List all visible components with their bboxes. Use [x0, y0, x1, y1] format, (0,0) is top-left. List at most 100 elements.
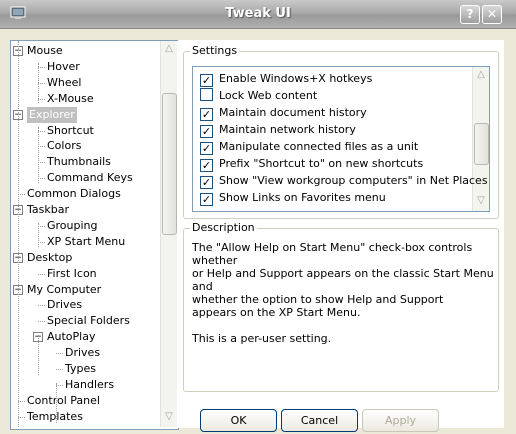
setting-checkbox[interactable]: ✓ [200, 74, 213, 87]
setting-row[interactable]: ✓ Show Links on Favorites menu [200, 190, 386, 206]
setting-label: Show "View workgroup computers" in Net P… [219, 174, 488, 187]
tree-item[interactable]: Wheel [47, 75, 81, 91]
tree-connector [38, 178, 45, 180]
help-button[interactable]: ? [460, 5, 480, 24]
settings-scrollbar[interactable]: △ ▽ [472, 67, 489, 211]
description-line: appears on the XP Start Menu. [192, 306, 361, 319]
tree-connector [18, 400, 25, 402]
tree-item[interactable]: Templates [27, 409, 83, 425]
tree-item[interactable]: Colors [47, 138, 81, 154]
description-group-title: Description [190, 221, 257, 234]
tree-connector [38, 321, 45, 323]
tree-item[interactable]: X-Mouse [47, 91, 94, 107]
tree-connector [38, 287, 39, 295]
tree-connector [38, 162, 45, 164]
tree-item[interactable]: Hover [47, 59, 80, 75]
setting-label: Enable Windows+X hotkeys [219, 72, 373, 85]
apply-button[interactable]: Apply [362, 409, 439, 432]
setting-checkbox[interactable]: ✓ [200, 176, 213, 189]
description-line: or Help and Support appears on the class… [192, 267, 494, 293]
tree-item[interactable]: Drives [65, 345, 100, 361]
setting-checkbox[interactable] [200, 88, 213, 101]
tree-item[interactable]: Command Keys [47, 170, 133, 186]
tree-connector [38, 63, 39, 103]
setting-row[interactable]: Lock Web content [200, 88, 317, 104]
tree-item[interactable]: Common Dialogs [27, 186, 121, 202]
tree-connector [56, 353, 63, 355]
tree-connector [38, 130, 45, 132]
tweak-ui-window: Tweak UI ? ✕ △ ▽ Mouse − Hover Wheel X-Mouse… [0, 0, 516, 434]
scroll-down-icon[interactable]: ▽ [162, 409, 176, 425]
setting-row[interactable]: ✓ Manipulate connected files as a unit [200, 139, 418, 155]
setting-row[interactable]: ✓ Show "View workgroup computers" in Net … [200, 173, 488, 189]
tree-connector [38, 241, 45, 243]
tree-item[interactable]: Types [65, 361, 96, 377]
tree-scrollbar[interactable]: △ ▽ [160, 41, 177, 427]
setting-checkbox[interactable]: ✓ [200, 142, 213, 155]
description-line: whether the option to show Help and Supp… [192, 293, 444, 306]
tree-connector [56, 384, 63, 386]
description-note: This is a per-user setting. [192, 332, 332, 345]
tree-item[interactable]: Shortcut [47, 123, 94, 139]
category-tree[interactable]: △ ▽ Mouse − Hover Wheel X-Mouse Explorer − Shor… [10, 40, 179, 430]
settings-group: Settings △ ▽ ✓ Enable Windows+X hotkeys Lo… [183, 44, 499, 219]
description-group: Description The "Allow Help on Start Men… [183, 221, 502, 392]
tree-connector [56, 383, 57, 423]
setting-checkbox[interactable]: ✓ [200, 108, 213, 121]
tree-connector [18, 416, 25, 418]
close-button[interactable]: ✕ [482, 5, 502, 24]
setting-row[interactable]: ✓ Maintain network history [200, 122, 356, 138]
tree-item[interactable]: Drives [47, 297, 82, 313]
setting-row[interactable]: ✓ Maintain document history [200, 105, 367, 121]
tree-item[interactable]: Control Panel [27, 393, 100, 409]
window-title: Tweak UI [225, 6, 291, 21]
scroll-up-icon[interactable]: △ [162, 41, 176, 57]
settings-scroll-thumb[interactable] [474, 123, 489, 165]
setting-checkbox[interactable]: ✓ [200, 159, 213, 172]
setting-label: Show Links on Favorites menu [219, 191, 386, 204]
tree-item[interactable]: Taskbar [27, 202, 69, 218]
tree-item[interactable]: Special Folders [47, 313, 130, 329]
setting-checkbox[interactable]: ✓ [200, 193, 213, 206]
tree-item[interactable]: Mouse [27, 43, 63, 59]
description-text: The "Allow Help on Start Menu" check-box… [192, 241, 502, 345]
description-line: The "Allow Help on Start Menu" check-box… [192, 241, 473, 267]
tree-item[interactable]: First Icon [47, 266, 97, 282]
setting-row[interactable]: ✓ Enable Windows+X hotkeys [200, 71, 372, 87]
tree-connector [38, 273, 45, 275]
tree-item[interactable]: XP Start Menu [47, 234, 125, 250]
tree-connector [38, 127, 39, 183]
setting-label: Lock Web content [219, 89, 318, 102]
tree-connector [38, 335, 39, 375]
tree-connector [38, 223, 39, 247]
settings-list[interactable]: △ ▽ ✓ Enable Windows+X hotkeys Lock Web co… [192, 66, 490, 212]
tree-connector [38, 225, 45, 227]
setting-label: Maintain document history [219, 106, 367, 119]
tree-item[interactable]: Explorer [27, 106, 77, 123]
settings-group-title: Settings [190, 44, 240, 57]
setting-row[interactable]: ✓ Prefix "Shortcut to" on new shortcuts [200, 156, 423, 172]
ok-button[interactable]: OK [200, 409, 277, 432]
tree-connector [38, 98, 45, 100]
tree-connector [18, 41, 19, 427]
tree-connector [38, 66, 45, 68]
setting-label: Manipulate connected files as a unit [219, 140, 419, 153]
title-bar[interactable]: Tweak UI ? ✕ [0, 0, 516, 29]
setting-label: Maintain network history [219, 123, 356, 136]
settings-scroll-up-icon[interactable]: △ [474, 67, 488, 83]
tree-connector [18, 194, 25, 196]
tree-connector [38, 82, 45, 84]
settings-scroll-down-icon[interactable]: ▽ [474, 193, 488, 209]
tree-connector [38, 305, 45, 307]
settings-panel: Settings △ ▽ ✓ Enable Windows+X hotkeys Lo… [178, 40, 504, 428]
tree-item[interactable]: Desktop [27, 250, 72, 266]
tree-scroll-thumb[interactable] [162, 93, 177, 235]
tree-connector [56, 369, 63, 370]
setting-checkbox[interactable]: ✓ [200, 125, 213, 138]
tree-item[interactable]: Thumbnails [47, 154, 111, 170]
cancel-button[interactable]: Cancel [281, 409, 358, 432]
tree-connector [38, 146, 45, 148]
tree-item[interactable]: Handlers [65, 377, 114, 393]
tree-item[interactable]: Grouping [47, 218, 98, 234]
tree-item[interactable]: AutoPlay [47, 329, 95, 345]
